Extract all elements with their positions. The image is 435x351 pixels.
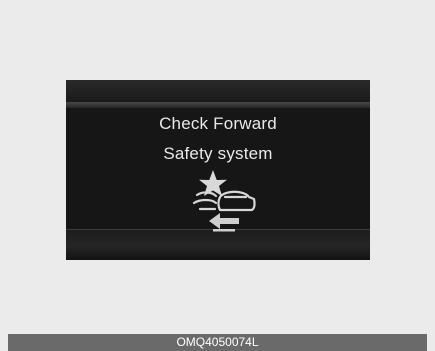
warning-message-line-1: Check Forward [159, 114, 277, 133]
caption-code: OMQ4050074L [176, 335, 259, 349]
caption-bar: OMQ4050074L [8, 334, 427, 351]
cluster-display-panel: Check Forward Safety system [66, 80, 370, 260]
page-frame: Check Forward Safety system OMQ4050074L [0, 0, 435, 351]
forward-collision-warning-icon [192, 170, 256, 232]
brake-direction-arrow-icon [209, 213, 239, 229]
arrow-base-icon [213, 229, 235, 232]
front-car-icon [217, 190, 256, 212]
warning-message-line-2: Safety system [163, 144, 273, 163]
display-top-band [66, 80, 370, 103]
display-bottom-band [66, 230, 370, 260]
display-highlight-band [66, 102, 370, 108]
